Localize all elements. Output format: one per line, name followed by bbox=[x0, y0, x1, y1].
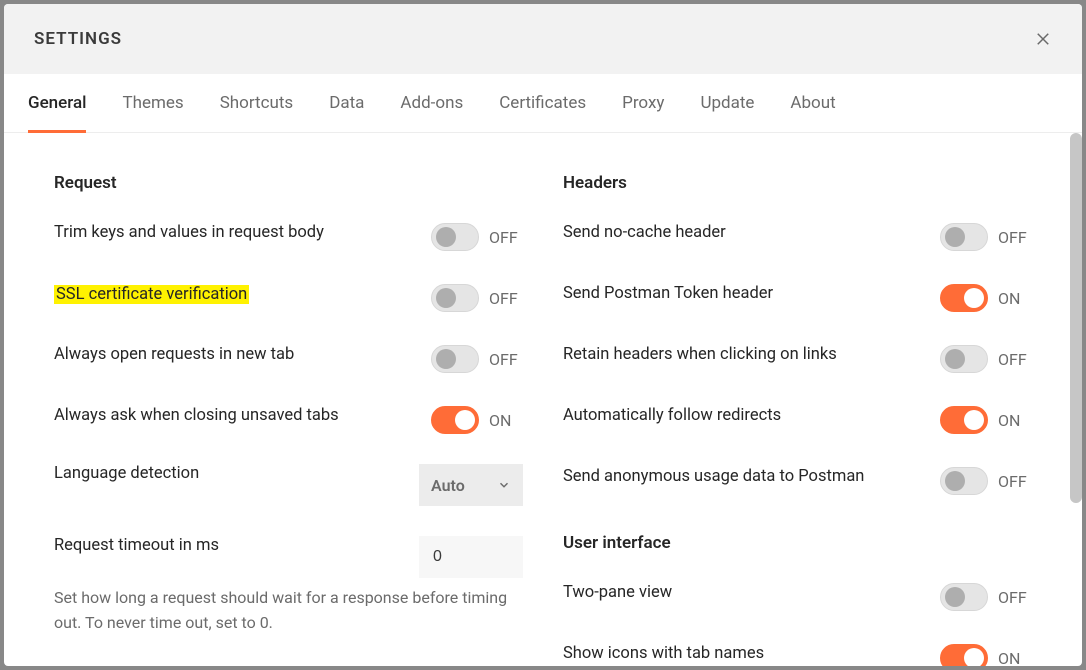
send-postman-token-header-row: Send Postman Token header ON bbox=[563, 284, 1032, 312]
language-detection-row: Language detection Auto bbox=[54, 464, 523, 506]
send-no-cache-header-toggle-wrap: OFF bbox=[940, 223, 1032, 251]
trim-keys-and-values-in-request-body-toggle[interactable] bbox=[431, 223, 479, 251]
two-pane-view-toggle-state: OFF bbox=[998, 588, 1027, 607]
retain-headers-when-clicking-on-links-label: Retain headers when clicking on links bbox=[563, 345, 922, 364]
settings-modal: SETTINGS General Themes Shortcuts Data Add-o… bbox=[4, 4, 1082, 666]
language-detection-label: Language detection bbox=[54, 464, 401, 483]
always-ask-when-closing-unsaved-tabs-row: Always ask when closing unsaved tabs ON bbox=[54, 406, 523, 434]
ui-rows: Two-pane view OFF Show icons with tab name… bbox=[563, 583, 1032, 666]
send-no-cache-header-row: Send no-cache header OFF bbox=[563, 223, 1032, 251]
tab-shortcuts[interactable]: Shortcuts bbox=[220, 74, 294, 132]
header-rows: Send no-cache header OFF Send Postman Toke… bbox=[563, 223, 1032, 495]
show-icons-with-tab-names-label: Show icons with tab names bbox=[563, 644, 922, 663]
automatically-follow-redirects-toggle[interactable] bbox=[940, 406, 988, 434]
request-timeout-group: Request timeout in ms Set how long a req… bbox=[54, 536, 523, 636]
send-no-cache-header-label: Send no-cache header bbox=[563, 223, 922, 242]
automatically-follow-redirects-row: Automatically follow redirects ON bbox=[563, 406, 1032, 434]
language-detection-select[interactable]: Auto bbox=[419, 464, 523, 506]
send-postman-token-header-label: Send Postman Token header bbox=[563, 284, 922, 303]
ssl-certificate-verification-toggle-state: OFF bbox=[489, 289, 518, 308]
trim-keys-and-values-in-request-body-toggle-wrap: OFF bbox=[431, 223, 523, 251]
request-timeout-label: Request timeout in ms bbox=[54, 536, 401, 555]
automatically-follow-redirects-toggle-wrap: ON bbox=[940, 406, 1032, 434]
always-ask-when-closing-unsaved-tabs-toggle-wrap: ON bbox=[431, 406, 523, 434]
request-rows: Trim keys and values in request bodyOFFS… bbox=[54, 223, 523, 434]
send-anonymous-usage-data-to-postman-label: Send anonymous usage data to Postman bbox=[563, 467, 922, 486]
show-icons-with-tab-names-toggle-state: ON bbox=[998, 649, 1020, 667]
tab-about[interactable]: About bbox=[790, 74, 835, 132]
send-anonymous-usage-data-to-postman-toggle-wrap: OFF bbox=[940, 467, 1032, 495]
retain-headers-when-clicking-on-links-toggle[interactable] bbox=[940, 345, 988, 373]
automatically-follow-redirects-label: Automatically follow redirects bbox=[563, 406, 922, 425]
tab-certificates[interactable]: Certificates bbox=[499, 74, 586, 132]
retain-headers-when-clicking-on-links-row: Retain headers when clicking on links OFF bbox=[563, 345, 1032, 373]
modal-title: SETTINGS bbox=[34, 29, 122, 49]
always-open-requests-in-new-tab-label: Always open requests in new tab bbox=[54, 345, 413, 364]
always-ask-when-closing-unsaved-tabs-label: Always ask when closing unsaved tabs bbox=[54, 406, 413, 425]
two-pane-view-row: Two-pane view OFF bbox=[563, 583, 1032, 611]
show-icons-with-tab-names-toggle-wrap: ON bbox=[940, 644, 1032, 666]
send-postman-token-header-toggle[interactable] bbox=[940, 284, 988, 312]
retain-headers-when-clicking-on-links-toggle-wrap: OFF bbox=[940, 345, 1032, 373]
chevron-down-icon bbox=[497, 478, 511, 492]
send-postman-token-header-toggle-wrap: ON bbox=[940, 284, 1032, 312]
always-open-requests-in-new-tab-toggle[interactable] bbox=[431, 345, 479, 373]
request-timeout-desc: Set how long a request should wait for a… bbox=[54, 586, 523, 636]
modal-header: SETTINGS bbox=[4, 4, 1082, 74]
left-column: Request Trim keys and values in request … bbox=[54, 173, 523, 646]
tab-proxy[interactable]: Proxy bbox=[622, 74, 664, 132]
show-icons-with-tab-names-row: Show icons with tab names ON bbox=[563, 644, 1032, 666]
two-pane-view-toggle[interactable] bbox=[940, 583, 988, 611]
always-open-requests-in-new-tab-toggle-wrap: OFF bbox=[431, 345, 523, 373]
section-headers-title: Headers bbox=[563, 173, 1032, 193]
send-anonymous-usage-data-to-postman-toggle[interactable] bbox=[940, 467, 988, 495]
always-ask-when-closing-unsaved-tabs-toggle-state: ON bbox=[489, 411, 511, 430]
send-postman-token-header-toggle-state: ON bbox=[998, 289, 1020, 308]
tab-general[interactable]: General bbox=[28, 74, 86, 132]
tab-data[interactable]: Data bbox=[329, 74, 364, 132]
tab-themes[interactable]: Themes bbox=[122, 74, 183, 132]
tab-addons[interactable]: Add-ons bbox=[400, 74, 463, 132]
send-no-cache-header-toggle[interactable] bbox=[940, 223, 988, 251]
request-timeout-row: Request timeout in ms bbox=[54, 536, 523, 578]
ssl-certificate-verification-toggle-wrap: OFF bbox=[431, 284, 523, 312]
retain-headers-when-clicking-on-links-toggle-state: OFF bbox=[998, 350, 1027, 369]
scrollbar-thumb[interactable] bbox=[1070, 133, 1082, 503]
tabs-bar: General Themes Shortcuts Data Add-ons Certifi… bbox=[4, 74, 1082, 133]
tab-update[interactable]: Update bbox=[700, 74, 754, 132]
section-request-title: Request bbox=[54, 173, 523, 193]
two-pane-view-label: Two-pane view bbox=[563, 583, 922, 602]
trim-keys-and-values-in-request-body-toggle-state: OFF bbox=[489, 228, 518, 247]
section-ui-title: User interface bbox=[563, 533, 1032, 553]
always-open-requests-in-new-tab-row: Always open requests in new tab OFF bbox=[54, 345, 523, 373]
ssl-certificate-verification-label: SSL certificate verification bbox=[54, 284, 413, 304]
send-no-cache-header-toggle-state: OFF bbox=[998, 228, 1027, 247]
close-icon bbox=[1034, 30, 1052, 48]
close-button[interactable] bbox=[1034, 30, 1052, 48]
content-area: Request Trim keys and values in request … bbox=[4, 133, 1082, 666]
trim-keys-and-values-in-request-body-row: Trim keys and values in request body OFF bbox=[54, 223, 523, 251]
always-ask-when-closing-unsaved-tabs-toggle[interactable] bbox=[431, 406, 479, 434]
ssl-certificate-verification-row: SSL certificate verification OFF bbox=[54, 284, 523, 312]
automatically-follow-redirects-toggle-state: ON bbox=[998, 411, 1020, 430]
two-pane-view-toggle-wrap: OFF bbox=[940, 583, 1032, 611]
trim-keys-and-values-in-request-body-label: Trim keys and values in request body bbox=[54, 223, 413, 242]
request-timeout-input[interactable] bbox=[419, 536, 523, 578]
language-detection-value: Auto bbox=[431, 476, 465, 495]
send-anonymous-usage-data-to-postman-toggle-state: OFF bbox=[998, 472, 1027, 491]
send-anonymous-usage-data-to-postman-row: Send anonymous usage data to Postman OFF bbox=[563, 467, 1032, 495]
always-open-requests-in-new-tab-toggle-state: OFF bbox=[489, 350, 518, 369]
show-icons-with-tab-names-toggle[interactable] bbox=[940, 644, 988, 666]
ssl-certificate-verification-toggle[interactable] bbox=[431, 284, 479, 312]
general-content: Request Trim keys and values in request … bbox=[4, 133, 1082, 666]
right-column: Headers Send no-cache header OFF Send Post… bbox=[563, 173, 1032, 646]
